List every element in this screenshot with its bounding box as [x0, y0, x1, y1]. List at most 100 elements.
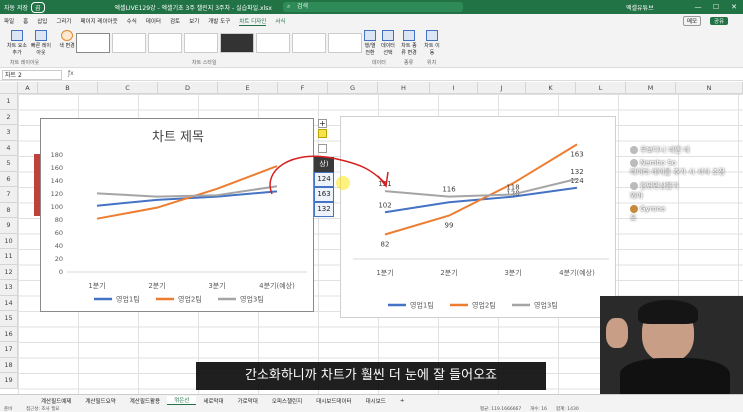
name-box[interactable]: 차트 2 [2, 70, 62, 80]
quick-layout-button[interactable]: 빠른 레이아웃 [30, 30, 52, 56]
row-header-16[interactable]: 16 [0, 326, 18, 342]
group-location: 위치 [427, 60, 437, 66]
sheet-tab[interactable]: 가로막대 [231, 397, 265, 405]
webcam-video [600, 296, 743, 394]
maximize-icon[interactable]: ☐ [707, 0, 725, 14]
row-header-7[interactable]: 7 [0, 187, 18, 203]
column-header-n[interactable]: N [676, 82, 743, 94]
row-header-10[interactable]: 10 [0, 233, 18, 249]
column-header-l[interactable]: L [576, 82, 626, 94]
status-accessibility[interactable]: 접근성: 조사 필요 [26, 406, 59, 412]
chart-2[interactable]: 1분기 2분기 3분기 4분기(예상) 102 124 82 99 128 163 121 116 11… [340, 116, 616, 318]
row-header-1[interactable]: 1 [0, 94, 18, 110]
row-header-13[interactable]: 13 [0, 280, 18, 296]
menu-draw[interactable]: 그리기 [56, 17, 71, 25]
chat-author: Nemho So [640, 159, 677, 167]
menu-format[interactable]: 서식 [275, 17, 285, 25]
menu-home[interactable]: 홈 [23, 17, 28, 25]
row-header-3[interactable]: 3 [0, 125, 18, 141]
presenter-hair [638, 300, 698, 324]
row-header-19[interactable]: 19 [0, 373, 18, 389]
row-header-17[interactable]: 17 [0, 342, 18, 358]
row-header-4[interactable]: 4 [0, 140, 18, 156]
chart-style-thumb-7[interactable] [292, 33, 326, 53]
menu-file[interactable]: 파일 [4, 17, 14, 25]
column-header-g[interactable]: G [328, 82, 378, 94]
chart-style-thumb-3[interactable] [148, 33, 182, 53]
chart-elements-plus-icon[interactable]: + [318, 119, 327, 128]
chart-style-thumb-6[interactable] [256, 33, 290, 53]
share-button[interactable]: 공유 [710, 17, 729, 25]
search-box[interactable]: ⌕ 검색 [283, 2, 463, 12]
chart-style-thumb-5[interactable] [220, 33, 254, 53]
column-header-i[interactable]: I [430, 82, 478, 94]
row-header-5[interactable]: 5 [0, 156, 18, 172]
x-tick-label: 3분기 [208, 281, 225, 290]
minimize-icon[interactable]: — [689, 0, 707, 14]
x-tick-label: 3분기 [504, 268, 521, 277]
sheet-tab-active[interactable]: 꺾은선 [167, 396, 197, 405]
autosave-toggle[interactable]: 끔 [31, 1, 45, 13]
column-header-k[interactable]: K [526, 82, 576, 94]
chart-style-thumb-4[interactable] [184, 33, 218, 53]
avatar [630, 182, 638, 190]
sheet-tab[interactable]: 대시보드데이터 [309, 397, 358, 405]
sheet-tab[interactable]: 계산필드예제 [34, 397, 78, 405]
chat-text: 네엔 네 [668, 146, 690, 154]
row-header-8[interactable]: 8 [0, 202, 18, 218]
change-colors-button[interactable]: 색 변경 [56, 30, 78, 49]
move-chart-button[interactable]: 차트 이동 [424, 30, 440, 56]
menu-insert[interactable]: 삽입 [37, 17, 47, 25]
formula-input[interactable] [80, 70, 735, 80]
menu-view[interactable]: 보기 [189, 17, 199, 25]
y-tick-label: 60 [55, 229, 63, 237]
select-data-button[interactable]: 데이터 선택 [380, 30, 396, 56]
chart-style-thumb-2[interactable] [112, 33, 146, 53]
switch-row-column-button[interactable]: 행/열 전환 [362, 30, 378, 56]
row-header-18[interactable]: 18 [0, 357, 18, 373]
row-header-6[interactable]: 6 [0, 171, 18, 187]
sheet-tab[interactable]: 오피스챌린지 [265, 397, 309, 405]
column-header-d[interactable]: D [158, 82, 218, 94]
column-header-e[interactable]: E [218, 82, 278, 94]
column-header-c[interactable]: C [98, 82, 158, 94]
data-label: 118 [506, 183, 519, 191]
column-header-m[interactable]: M [626, 82, 676, 94]
chart-style-thumb-8[interactable] [328, 33, 362, 53]
sheet-tab[interactable]: 세로막대 [196, 397, 230, 405]
column-header-h[interactable]: H [378, 82, 430, 94]
sheet-tab[interactable]: 계산필드활용 [123, 397, 167, 405]
sheet-tab[interactable]: 계산필드요약 [78, 397, 122, 405]
menu-developer[interactable]: 개발 도구 [208, 17, 230, 25]
cell-f8[interactable]: 132 [314, 202, 334, 217]
column-header-b[interactable]: B [38, 82, 98, 94]
row-header-9[interactable]: 9 [0, 218, 18, 234]
autosave-label: 자동 저장 [4, 4, 28, 12]
menu-data[interactable]: 데이터 [146, 17, 161, 25]
change-chart-type-button[interactable]: 차트 종류 변경 [400, 30, 418, 56]
row-header-15[interactable]: 15 [0, 311, 18, 327]
column-header-f[interactable]: F [278, 82, 328, 94]
chart-1[interactable]: 차트 제목 0 20 40 60 80 100 120 140 160 180 1분기 2분기 3분기 4… [40, 118, 314, 312]
row-header-2[interactable]: 2 [0, 109, 18, 125]
menu-formulas[interactable]: 수식 [127, 17, 137, 25]
menu-page-layout[interactable]: 페이지 레이아웃 [81, 17, 118, 25]
sheet-tab[interactable]: 대시보드 [359, 397, 393, 405]
cursor-highlight [336, 176, 350, 190]
menu-chart-design[interactable]: 차트 디자인 [239, 17, 267, 26]
select-all-corner[interactable] [0, 82, 18, 94]
close-icon[interactable]: ✕ [725, 0, 743, 14]
status-ready: 준비 [4, 407, 13, 412]
add-chart-element-button[interactable]: 차트 요소 추가 [6, 30, 28, 56]
menu-review[interactable]: 검토 [170, 17, 180, 25]
ribbon: 차트 요소 추가 빠른 레이아웃 색 변경 행/열 전환 데이터 선택 차트 종… [0, 28, 743, 68]
chart-styles-brush-icon[interactable] [318, 129, 327, 138]
row-header-12[interactable]: 12 [0, 264, 18, 280]
row-header-14[interactable]: 14 [0, 295, 18, 311]
column-header-j[interactable]: J [478, 82, 526, 94]
chart-style-thumb-1[interactable] [76, 33, 110, 53]
add-sheet-icon[interactable]: + [393, 398, 412, 404]
comments-button[interactable]: 메모 [683, 16, 702, 26]
row-header-11[interactable]: 11 [0, 249, 18, 265]
column-header-a[interactable]: A [18, 82, 38, 94]
